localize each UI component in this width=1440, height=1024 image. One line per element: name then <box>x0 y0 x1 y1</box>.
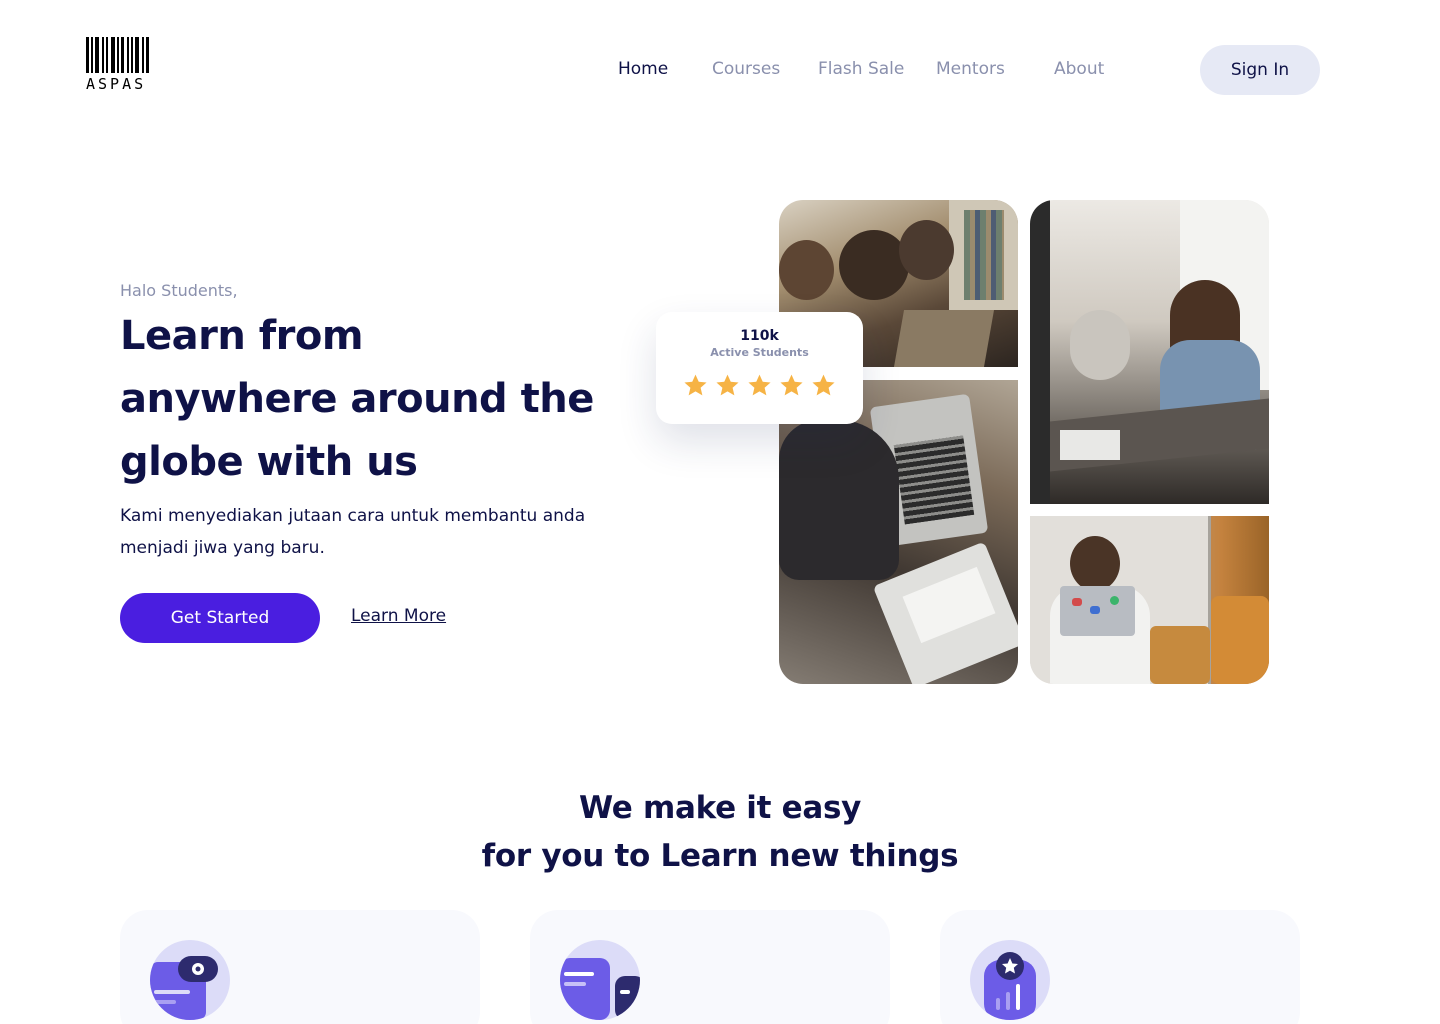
feature-card-3 <box>940 910 1300 1024</box>
video-course-icon <box>150 940 230 1020</box>
barcode-icon <box>86 37 156 73</box>
nav-flash-sale[interactable]: Flash Sale <box>818 58 904 80</box>
active-students-card: 110k Active Students <box>656 312 863 424</box>
rating-stars <box>656 373 863 398</box>
nav-mentors[interactable]: Mentors <box>936 58 1005 80</box>
star-icon <box>780 374 803 396</box>
star-icon <box>748 374 771 396</box>
nav-home[interactable]: Home <box>618 58 668 80</box>
progress-badge-icon <box>970 940 1050 1020</box>
brand-name: ASPAS <box>86 75 147 93</box>
learn-more-link[interactable]: Learn More <box>351 606 446 626</box>
sign-in-button[interactable]: Sign In <box>1200 45 1320 95</box>
stressed-student-photo <box>1030 516 1269 684</box>
feature-card-2 <box>530 910 890 1024</box>
girl-laptop-photo <box>1030 200 1269 504</box>
nav-courses[interactable]: Courses <box>712 58 780 80</box>
hero-subtext: Kami menyediakan jutaan cara untuk memba… <box>120 506 586 558</box>
get-started-button[interactable]: Get Started <box>120 593 320 643</box>
active-students-count: 110k <box>740 328 779 344</box>
feature-card-1 <box>120 910 480 1024</box>
headline-highlight-anywhere: anywhere <box>120 368 337 431</box>
nav-about[interactable]: About <box>1054 58 1104 80</box>
chat-icon <box>560 940 640 1020</box>
hero-headline: Learn from anywhere around the globe with… <box>120 305 640 494</box>
headline-highlight-from: from <box>258 305 364 368</box>
star-icon <box>716 374 739 396</box>
brand-logo[interactable]: ASPAS <box>86 37 156 95</box>
star-icon <box>812 374 835 396</box>
hero-greeting: Halo Students, <box>120 281 238 300</box>
active-students-label: Active Students <box>710 346 809 359</box>
laptops-desk-photo <box>779 380 1018 684</box>
star-icon <box>684 374 707 396</box>
features-title-line2: for you to Learn new things <box>481 838 959 874</box>
features-title-line1: We make it easy <box>578 790 862 826</box>
